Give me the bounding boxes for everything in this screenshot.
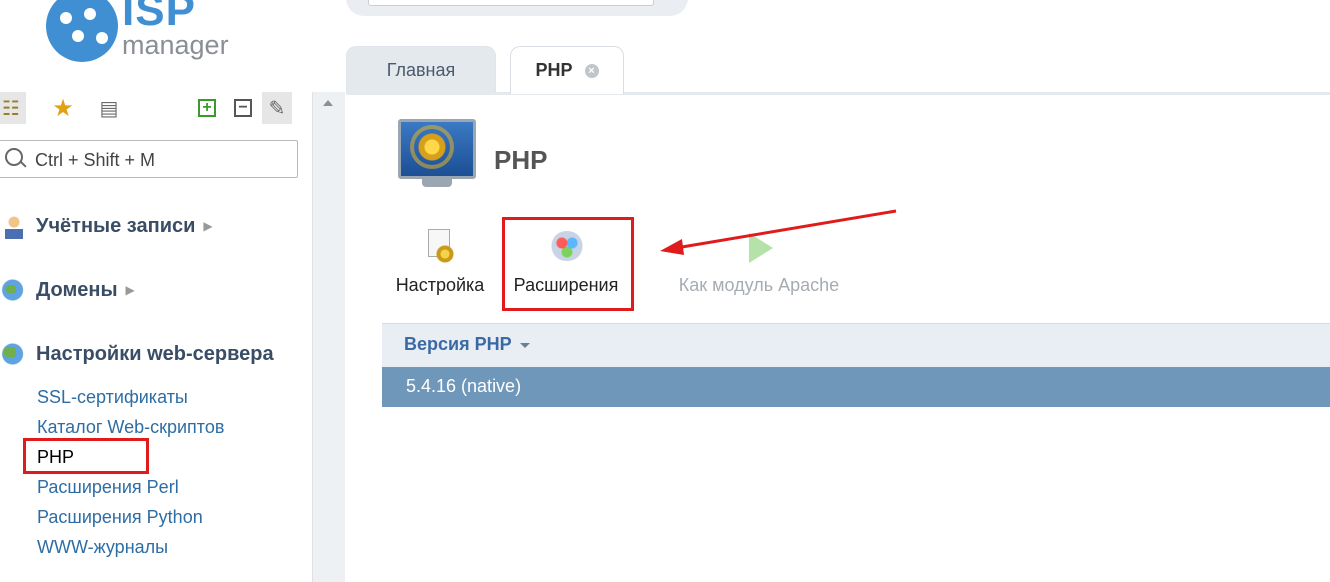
sidebar-group-domains[interactable]: Домены ▶	[0, 275, 135, 305]
tab-main[interactable]: Главная	[346, 46, 496, 94]
menu-search-input[interactable]	[33, 145, 287, 175]
sidebar-item-ssl[interactable]: SSL-сертификаты	[37, 382, 224, 412]
pin-icon[interactable]: ✎	[262, 92, 292, 124]
collapse-all-icon[interactable]: −	[228, 92, 258, 124]
sidebar-item-python-extensions[interactable]: Расширения Python	[37, 502, 224, 532]
logo-mark-icon	[46, 0, 118, 62]
clipboard-icon[interactable]: ▤	[94, 92, 124, 124]
apache-module-button-label: Как модуль Apache	[678, 275, 840, 295]
sidebar-group-webserver-settings[interactable]: Настройки web-сервера	[0, 339, 274, 369]
sidebar-group-label: Учётные записи	[36, 214, 196, 237]
top-search-area	[346, 0, 688, 16]
top-search-input[interactable]	[368, 0, 654, 6]
left-panel: ISP manager ☷ ★ ▤ + − ✎ Учётные записи ▶…	[0, 0, 312, 582]
settings-button[interactable]: Настройка	[390, 227, 490, 307]
page-title: PHP	[494, 145, 548, 175]
tab-php[interactable]: PHP ×	[510, 46, 624, 94]
sidebar-toolbar: ☷ ★ ▤ + − ✎	[0, 92, 300, 126]
globe-settings-icon	[0, 341, 28, 367]
chevron-right-icon: ▶	[125, 283, 135, 297]
settings-icon	[422, 227, 458, 267]
star-icon[interactable]: ★	[48, 92, 78, 124]
settings-button-label: Настройка	[395, 275, 485, 295]
tab-label: Главная	[386, 60, 456, 80]
expand-all-icon[interactable]: +	[192, 92, 222, 124]
php-version-cell: 5.4.16 (native)	[406, 376, 522, 396]
sidebar-item-www-logs[interactable]: WWW-журналы	[37, 532, 224, 562]
tab-label: PHP	[535, 60, 573, 80]
ispmanager-logo: ISP manager	[46, 0, 246, 70]
php-item-highlight-box	[23, 438, 149, 474]
table-row[interactable]: 5.4.16 (native)	[382, 367, 1330, 407]
menu-search-field[interactable]	[0, 140, 298, 178]
column-header-php-version[interactable]: Версия PHP	[404, 334, 530, 355]
sidebar-group-accounts[interactable]: Учётные записи ▶	[0, 211, 213, 241]
globe-icon	[0, 277, 28, 303]
tab-bar: Главная PHP ×	[346, 44, 1330, 94]
close-icon[interactable]: ×	[584, 63, 599, 78]
tree-icon[interactable]: ☷	[0, 92, 26, 124]
table-header: Версия PHP	[382, 323, 1330, 368]
logo-manager-text: manager	[122, 30, 229, 60]
sidebar-group-label: Настройки web-сервера	[36, 342, 274, 365]
annotation-arrow	[660, 209, 897, 255]
sort-down-icon	[519, 342, 530, 348]
search-icon	[5, 148, 23, 166]
sidebar-item-perl-extensions[interactable]: Расширения Perl	[37, 472, 224, 502]
monitor-gear-icon	[398, 119, 476, 187]
sidebar-splitter[interactable]	[312, 92, 345, 582]
main-content: PHP Настройка Расширения Как модуль Apac…	[346, 95, 1330, 582]
chevron-right-icon: ▶	[203, 219, 213, 233]
extensions-highlight-box	[502, 217, 634, 311]
scroll-up-icon[interactable]	[323, 100, 333, 106]
users-icon	[0, 213, 28, 239]
column-header-label: Версия PHP	[404, 334, 512, 354]
sidebar-group-label: Домены	[36, 278, 118, 301]
